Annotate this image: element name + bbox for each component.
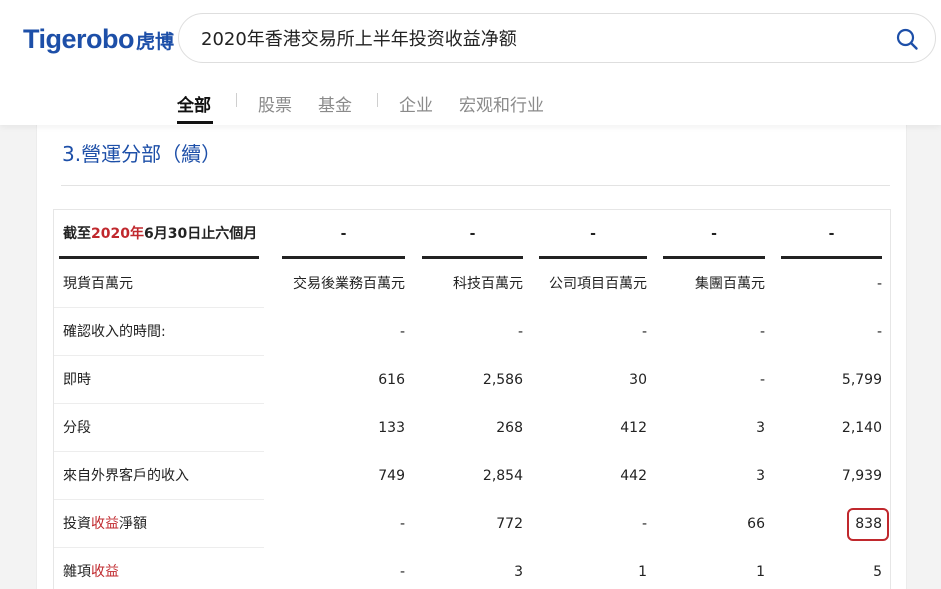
- table-cell: 412: [620, 420, 647, 436]
- table-cell: 集團百萬元: [695, 276, 765, 292]
- table-cell: 7,939: [841, 468, 882, 484]
- period-year: 2020年: [91, 226, 144, 242]
- section-title: 3.營運分部（續）: [62, 142, 222, 166]
- row-label: 雜項收益: [63, 548, 119, 589]
- header-underline: [59, 256, 259, 259]
- column-header: -: [469, 226, 476, 242]
- column-header: -: [590, 226, 596, 242]
- table-row: 分段 133 268 412 3 2,140: [54, 404, 890, 452]
- answer-highlight-box: [847, 508, 889, 541]
- result-card: 3.營運分部（續） 截至2020年6月30日止六個月 - - - - - 現貨百…: [36, 110, 907, 589]
- table-cell: 66: [747, 516, 765, 532]
- tab-divider: [236, 93, 237, 107]
- table-row: 現貨百萬元 交易後業務百萬元 科技百萬元 公司項目百萬元 集團百萬元 -: [54, 260, 890, 308]
- row-label: 來自外界客戶的收入: [63, 468, 189, 484]
- table-row: 即時 616 2,586 30 - 5,799: [54, 356, 890, 404]
- table-cell: 30: [629, 372, 647, 388]
- table-cell: 5,799: [841, 372, 882, 388]
- table-cell: 交易後業務百萬元: [293, 276, 405, 292]
- header-underline: [781, 256, 882, 259]
- active-tab-indicator: [177, 121, 213, 124]
- logo-text-en: Tigerobo: [23, 24, 135, 54]
- tab-macro-industry[interactable]: 宏观和行业: [459, 91, 544, 116]
- table-cell: 133: [378, 420, 405, 436]
- period-header: 截至2020年6月30日止六個月: [63, 210, 263, 258]
- header-underline: [282, 256, 405, 259]
- table-cell: 2,140: [841, 420, 882, 436]
- column-header: -: [711, 226, 717, 242]
- table-cell: 科技百萬元: [453, 276, 523, 292]
- table-cell: -: [759, 372, 765, 388]
- tigerobo-logo[interactable]: Tigerobo 虎博: [23, 24, 174, 56]
- table-cell: 1: [756, 564, 765, 580]
- header-underline: [422, 256, 523, 259]
- segment-table: 截至2020年6月30日止六個月 - - - - - 現貨百萬元 交易後業務百萬…: [53, 209, 891, 589]
- table-row: 投資收益淨額 - 772 - 66 838: [54, 500, 890, 548]
- table-cell: -: [759, 324, 765, 340]
- label-keyword: 收益: [91, 516, 119, 532]
- table-cell: -: [641, 324, 647, 340]
- row-label: 確認收入的時間:: [63, 324, 166, 340]
- top-header: Tigerobo 虎博 全部 股票 基金 企业 宏观和行业: [0, 0, 941, 125]
- label-part: 投資: [63, 516, 91, 532]
- row-label: 即時: [63, 372, 91, 388]
- column-header: -: [828, 226, 835, 242]
- table-cell: 2,586: [482, 372, 523, 388]
- table-cell: 1: [638, 564, 647, 580]
- table-cell: 616: [378, 372, 405, 388]
- table-cell: 442: [620, 468, 647, 484]
- header-underline: [539, 256, 647, 259]
- table-cell: 772: [496, 516, 523, 532]
- section-divider: [61, 185, 890, 186]
- table-cell: -: [876, 324, 882, 340]
- logo-text-cn: 虎博: [136, 31, 175, 53]
- table-cell: -: [399, 324, 405, 340]
- header-underline: [663, 256, 765, 259]
- table-cell: -: [399, 516, 405, 532]
- category-tabs: 全部 股票 基金 企业 宏观和行业: [0, 85, 941, 125]
- tab-funds[interactable]: 基金: [318, 91, 352, 116]
- table-cell: 3: [756, 420, 765, 436]
- search-bar: [178, 13, 936, 63]
- table-cell: 公司項目百萬元: [549, 276, 647, 292]
- table-cell: -: [517, 324, 523, 340]
- label-part: 淨額: [119, 516, 147, 532]
- table-cell: 3: [756, 468, 765, 484]
- tab-all[interactable]: 全部: [177, 91, 211, 116]
- table-cell: -: [876, 276, 882, 292]
- table-row: 來自外界客戶的收入 749 2,854 442 3 7,939: [54, 452, 890, 500]
- table-cell: 2,854: [482, 468, 523, 484]
- search-icon[interactable]: [895, 27, 919, 51]
- table-cell: 3: [514, 564, 523, 580]
- tab-divider: [377, 93, 378, 107]
- table-row: 雜項收益 - 3 1 1 5: [54, 548, 890, 589]
- row-label: 分段: [63, 420, 91, 436]
- table-row: 確認收入的時間: - - - - -: [54, 308, 890, 356]
- label-part: 雜項: [63, 564, 91, 580]
- table-cell: 268: [496, 420, 523, 436]
- row-label: 現貨百萬元: [63, 276, 133, 292]
- period-suffix: 6月30日止六個月: [143, 226, 258, 242]
- period-prefix: 截至: [63, 226, 91, 242]
- label-keyword: 收益: [91, 564, 119, 580]
- row-label: 投資收益淨額: [63, 500, 147, 548]
- column-header: -: [340, 226, 347, 242]
- tab-stocks[interactable]: 股票: [258, 91, 292, 116]
- search-input[interactable]: [201, 24, 881, 52]
- table-cell: 749: [378, 468, 405, 484]
- table-cell: 5: [873, 564, 882, 580]
- tab-companies[interactable]: 企业: [399, 91, 433, 116]
- table-cell: -: [399, 564, 405, 580]
- table-cell: -: [641, 516, 647, 532]
